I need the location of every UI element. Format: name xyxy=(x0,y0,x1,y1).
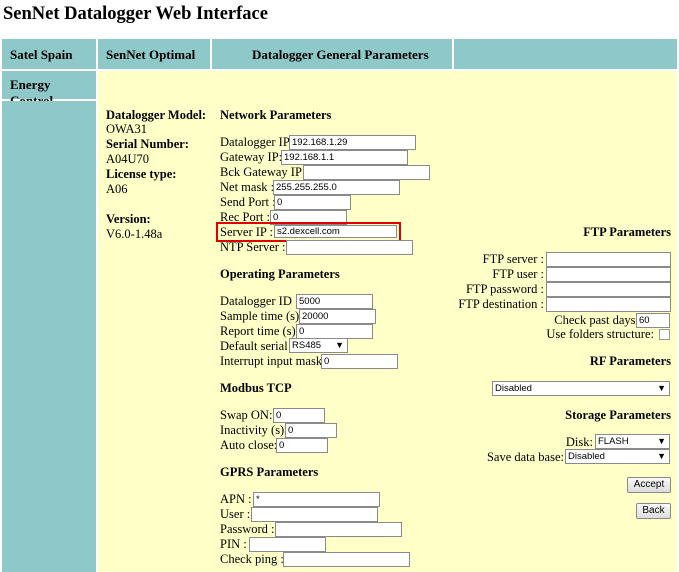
inactivity-label: Inactivity (s): xyxy=(220,423,288,437)
model-value: OWA31 xyxy=(106,122,147,136)
server-ip-label: Server IP : xyxy=(220,225,273,239)
report-time-label: Report time (s): xyxy=(220,324,300,338)
send-port-label: Send Port : xyxy=(220,195,276,209)
sidebar-item-energy-control[interactable]: Energy Control xyxy=(2,71,96,108)
gprs-heading: GPRS Parameters xyxy=(220,465,319,479)
tab-satel-spain-label: Satel Spain xyxy=(10,47,73,62)
sample-time-field[interactable] xyxy=(299,309,376,324)
rf-select[interactable]: Disabled ▼ xyxy=(492,381,670,396)
pin-field[interactable] xyxy=(249,537,326,552)
ftp-user-field[interactable] xyxy=(546,267,671,282)
gprs-password-field[interactable] xyxy=(275,522,402,537)
serial-value: A04U70 xyxy=(106,152,150,166)
tab-sennet-optimal-label: SenNet Optimal xyxy=(106,47,196,62)
sidebar-fill xyxy=(2,101,96,572)
nav-bar: Satel Spain SenNet Optimal Datalogger Ge… xyxy=(0,39,679,69)
tab-satel-spain[interactable]: Satel Spain xyxy=(2,39,96,69)
netmask-label: Net mask : xyxy=(220,180,275,194)
network-heading: Network Parameters xyxy=(220,108,332,122)
interrupt-mask-field[interactable] xyxy=(321,354,398,369)
storage-heading: Storage Parameters xyxy=(565,408,671,422)
ntp-server-field[interactable] xyxy=(286,240,413,255)
ftp-server-label: FTP server : xyxy=(482,252,544,266)
chevron-down-icon: ▼ xyxy=(657,451,666,461)
accept-button[interactable]: Accept xyxy=(627,477,671,493)
tab-empty xyxy=(454,39,677,69)
default-serial-select[interactable]: RS485 ▼ xyxy=(289,338,348,353)
ftp-password-field[interactable] xyxy=(546,282,671,297)
datalogger-id-label: Datalogger ID : xyxy=(220,294,299,308)
apn-field[interactable] xyxy=(253,492,380,507)
datalogger-id-field[interactable] xyxy=(296,294,373,309)
save-database-value: Disabled xyxy=(568,451,605,462)
disk-select-value: FLASH xyxy=(598,436,629,447)
ftp-password-label: FTP password : xyxy=(465,282,544,296)
serial-label: Serial Number: xyxy=(106,137,189,151)
check-ping-field[interactable] xyxy=(283,552,410,567)
model-label: Datalogger Model: xyxy=(106,108,207,122)
ntp-server-label: NTP Server : xyxy=(220,240,286,254)
rf-select-value: Disabled xyxy=(495,383,532,394)
default-serial-value: RS485 xyxy=(292,340,322,351)
bck-gateway-ip-label: Bck Gateway IP: xyxy=(220,165,306,179)
ftp-server-field[interactable] xyxy=(546,252,671,267)
tab-sennet-optimal[interactable]: SenNet Optimal xyxy=(98,39,210,69)
modbus-heading: Modbus TCP xyxy=(220,381,292,395)
version-value: V6.0-1.48a xyxy=(106,227,163,241)
report-time-field[interactable] xyxy=(296,324,373,339)
operating-heading: Operating Parameters xyxy=(220,267,340,281)
license-label: License type: xyxy=(106,167,177,181)
disk-label: Disk: xyxy=(565,435,593,449)
swap-on-field[interactable] xyxy=(273,408,325,423)
default-serial-label: Default serial : xyxy=(220,339,295,353)
save-database-select[interactable]: Disabled ▼ xyxy=(565,449,670,464)
auto-close-label: Auto close: xyxy=(220,438,278,452)
ftp-user-label: FTP user : xyxy=(492,267,544,281)
auto-close-field[interactable] xyxy=(276,438,328,453)
page-title: SenNet Datalogger Web Interface xyxy=(3,4,268,24)
disk-select[interactable]: FLASH ▼ xyxy=(595,434,670,449)
ftp-heading: FTP Parameters xyxy=(583,225,671,239)
gprs-user-label: User : xyxy=(220,507,251,521)
tab-general-parameters-label: Datalogger General Parameters xyxy=(252,47,429,62)
ftp-destination-field[interactable] xyxy=(546,297,671,312)
gateway-ip-label: Gateway IP: xyxy=(220,150,283,164)
server-ip-field[interactable] xyxy=(274,225,397,238)
inactivity-field[interactable] xyxy=(285,423,337,438)
sample-time-label: Sample time (s): xyxy=(220,309,303,323)
use-folders-checkbox[interactable] xyxy=(659,329,670,340)
gprs-user-field[interactable] xyxy=(251,507,378,522)
netmask-field[interactable] xyxy=(273,180,400,195)
tab-general-parameters[interactable]: Datalogger General Parameters xyxy=(212,39,452,69)
send-port-field[interactable] xyxy=(274,195,351,210)
check-past-days-label: Check past days: xyxy=(554,313,639,327)
chevron-down-icon: ▼ xyxy=(335,340,344,350)
gateway-ip-field[interactable] xyxy=(281,150,408,165)
check-ping-label: Check ping : xyxy=(220,552,284,566)
back-button[interactable]: Back xyxy=(636,503,671,519)
interrupt-mask-label: Interrupt input mask: xyxy=(220,354,326,368)
rf-heading: RF Parameters xyxy=(589,354,671,368)
gprs-password-label: Password : xyxy=(220,522,275,536)
pin-label: PIN : xyxy=(220,537,247,551)
datalogger-ip-label: Datalogger IP: xyxy=(220,135,294,149)
chevron-down-icon: ▼ xyxy=(657,383,666,393)
use-folders-label: Use folders structure: xyxy=(546,327,654,341)
apn-label: APN : xyxy=(220,492,252,506)
chevron-down-icon: ▼ xyxy=(657,436,666,446)
bck-gateway-ip-field[interactable] xyxy=(303,165,430,180)
license-value: A06 xyxy=(106,182,128,196)
datalogger-ip-field[interactable] xyxy=(289,135,416,150)
ftp-destination-label: FTP destination : xyxy=(458,297,544,311)
swap-on-label: Swap ON: xyxy=(220,408,273,422)
version-label: Version: xyxy=(106,212,151,226)
save-database-label: Save data base: xyxy=(486,450,564,464)
check-past-days-field[interactable] xyxy=(636,313,670,328)
